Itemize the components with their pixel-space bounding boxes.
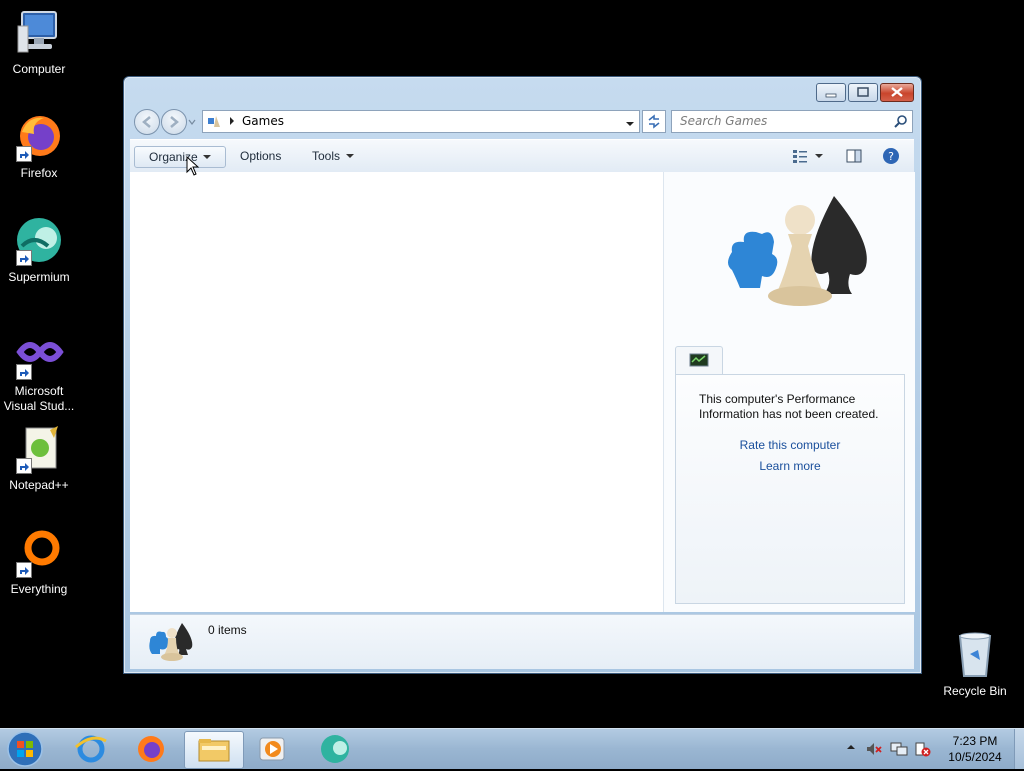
taskbar-supermium[interactable] <box>306 731 364 767</box>
view-options-chevron-icon[interactable] <box>814 146 824 169</box>
games-explorer-window: Games Search Games Organize Options Tool… <box>123 76 922 674</box>
games-folder-icon <box>206 113 222 132</box>
taskbar-firefox[interactable] <box>122 731 180 767</box>
desktop-icon-label: Microsoft Visual Stud... <box>3 384 75 413</box>
rate-computer-link[interactable]: Rate this computer <box>676 438 904 452</box>
show-desktop-button[interactable] <box>1014 729 1024 769</box>
supermium-icon <box>14 216 64 266</box>
tools-label: Tools <box>312 149 341 163</box>
start-button[interactable] <box>6 730 44 768</box>
shortcut-arrow-icon <box>16 146 32 162</box>
learn-more-link[interactable]: Learn more <box>676 459 904 473</box>
desktop-icon-label: Supermium <box>8 270 70 284</box>
show-hidden-icons-icon[interactable] <box>846 741 856 755</box>
breadcrumb-arrow-icon[interactable] <box>228 115 236 130</box>
performance-tab[interactable] <box>675 346 723 375</box>
desktop-icon-everything[interactable]: Everything <box>1 528 77 597</box>
desktop-icon-label: Everything <box>10 582 68 596</box>
help-icon[interactable]: ? <box>882 147 900 168</box>
taskbar-media-player[interactable] <box>244 731 302 767</box>
change-view-icon[interactable] <box>792 148 808 167</box>
search-field[interactable]: Search Games <box>671 110 913 133</box>
options-button[interactable]: Options <box>236 146 285 166</box>
preview-pane-icon[interactable] <box>846 148 862 167</box>
desktop-icon-label: Computer <box>12 62 66 76</box>
item-count: 0 items <box>208 623 247 637</box>
address-dropdown-icon[interactable] <box>625 117 635 131</box>
performance-info-box: This computer's Performance Information … <box>675 374 905 604</box>
close-button[interactable] <box>880 83 914 102</box>
svg-text:?: ? <box>888 150 894 163</box>
performance-message: This computer's Performance Information … <box>699 392 879 421</box>
mouse-cursor-icon <box>186 155 200 179</box>
organize-menu-button[interactable]: Organize <box>134 146 226 168</box>
address-bar[interactable]: Games <box>202 110 640 133</box>
clock-time: 7:23 PM <box>952 734 998 748</box>
search-input[interactable]: Search Games <box>680 114 767 128</box>
shortcut-arrow-icon <box>16 250 32 266</box>
computer-icon <box>14 8 64 58</box>
address-location[interactable]: Games <box>242 114 284 128</box>
desktop-icon-recycle-bin[interactable]: Recycle Bin <box>937 630 1013 699</box>
desktop-icon-supermium[interactable]: Supermium <box>1 216 77 285</box>
desktop-icon-label: Firefox <box>20 166 58 180</box>
forward-button[interactable] <box>161 109 187 135</box>
desktop-icon-label: Recycle Bin <box>943 684 1007 698</box>
desktop-icon-label: Notepad++ <box>9 478 69 492</box>
taskbar-windows-explorer[interactable] <box>184 731 244 769</box>
desktop-icon-computer[interactable]: Computer <box>1 8 77 77</box>
file-list-area[interactable]: This computer's Performance Information … <box>130 172 915 612</box>
action-center-icon[interactable] <box>914 741 932 760</box>
chevron-down-icon <box>346 146 354 172</box>
volume-muted-icon[interactable] <box>866 741 882 760</box>
refresh-button[interactable] <box>642 110 666 133</box>
desktop-icon-visual-studio[interactable]: Microsoft Visual Stud... <box>1 330 77 414</box>
taskbar: 7:23 PM 10/5/2024 <box>0 728 1024 769</box>
firefox-icon <box>14 112 64 162</box>
shortcut-arrow-icon <box>16 458 32 474</box>
notepadpp-icon <box>14 424 64 474</box>
visual-studio-icon <box>14 330 64 380</box>
games-chess-puzzle-icon <box>722 192 872 325</box>
command-bar: Organize Options Tools ? <box>130 139 914 173</box>
desktop-icon-firefox[interactable]: Firefox <box>1 112 77 181</box>
system-clock[interactable]: 7:23 PM 10/5/2024 <box>940 733 1010 765</box>
shortcut-arrow-icon <box>16 562 32 578</box>
recent-pages-chevron-icon[interactable] <box>188 115 196 129</box>
shortcut-arrow-icon <box>16 364 32 380</box>
details-pane: 0 items <box>130 614 914 669</box>
chevron-down-icon <box>203 147 211 173</box>
options-label: Options <box>240 149 282 163</box>
recycle-bin-icon <box>950 630 1000 680</box>
performance-monitor-icon <box>689 353 709 372</box>
maximize-button[interactable] <box>848 83 878 102</box>
games-folder-large-icon <box>148 621 194 666</box>
search-icon[interactable] <box>894 114 908 131</box>
games-info-pane: This computer's Performance Information … <box>663 172 915 612</box>
tools-menu-button[interactable]: Tools <box>308 146 364 166</box>
minimize-button[interactable] <box>816 83 846 102</box>
clock-date: 10/5/2024 <box>948 750 1002 764</box>
network-icon[interactable] <box>890 741 908 760</box>
taskbar-internet-explorer[interactable] <box>62 731 120 767</box>
back-button[interactable] <box>134 109 160 135</box>
everything-icon <box>14 528 64 578</box>
desktop-icon-notepadpp[interactable]: Notepad++ <box>1 424 77 493</box>
navigation-bar: Games Search Games <box>132 108 913 135</box>
